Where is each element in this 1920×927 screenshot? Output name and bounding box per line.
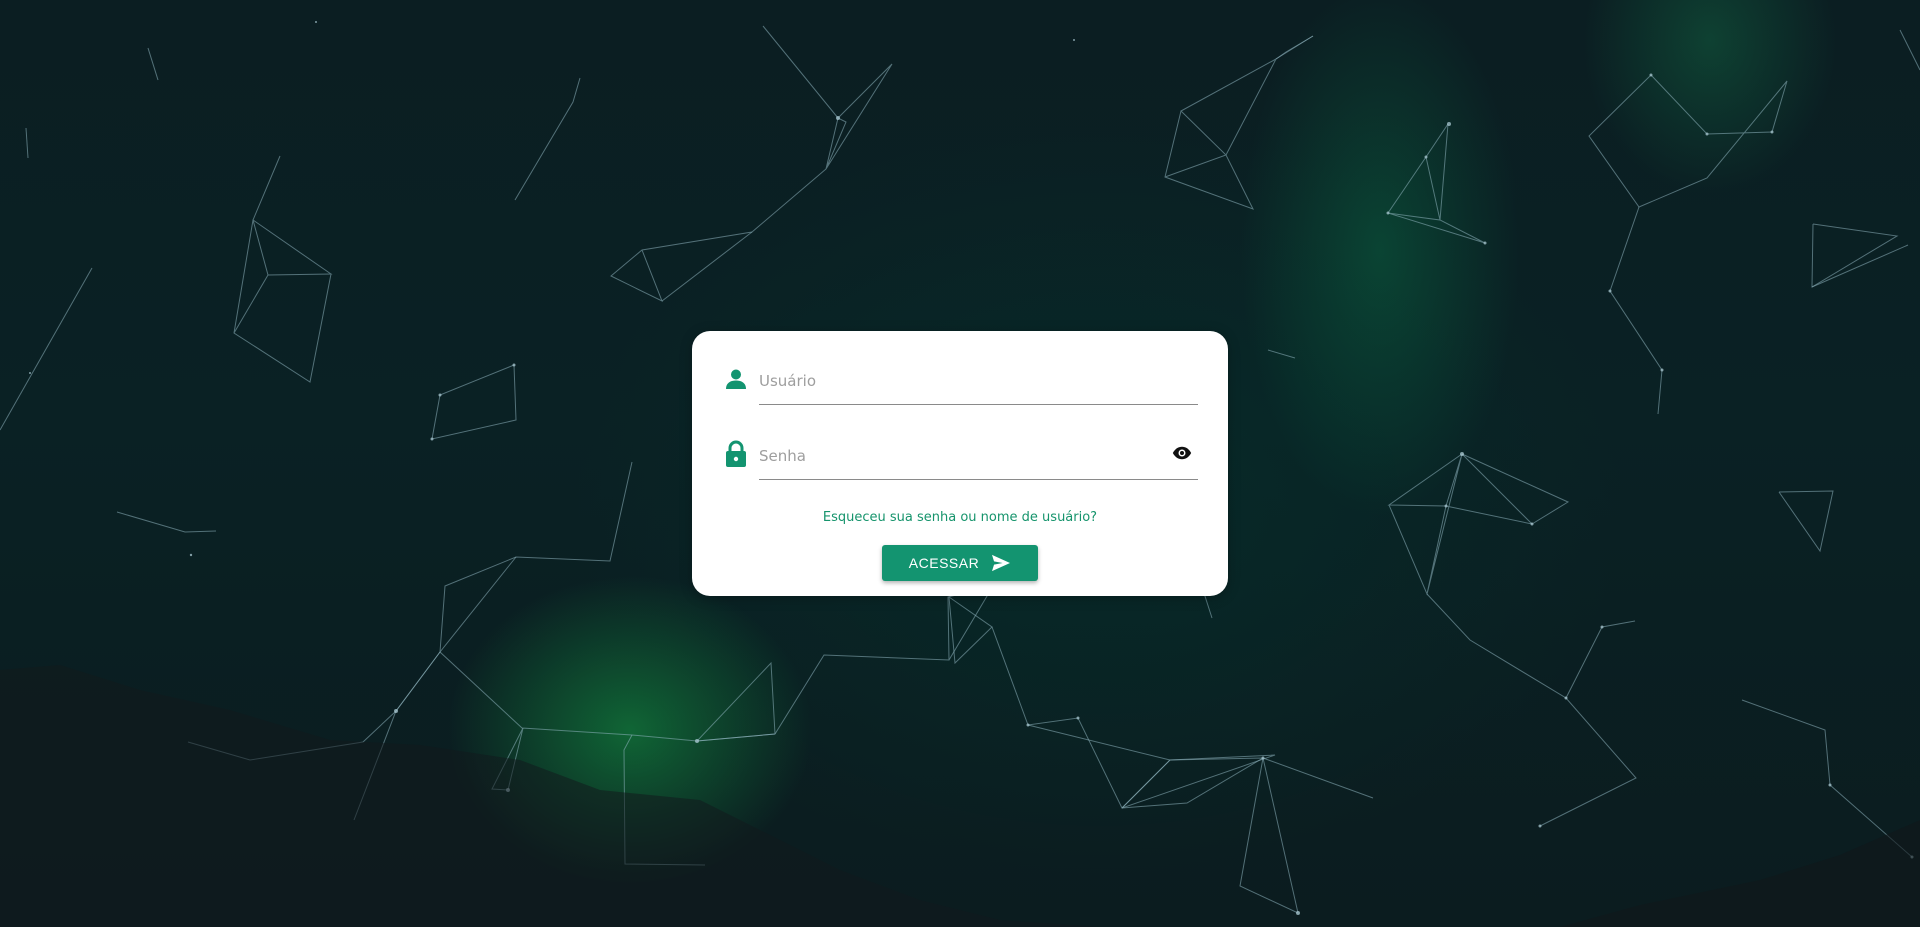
lock-icon [726, 440, 746, 467]
password-field-group [724, 440, 1198, 480]
username-field-group [724, 365, 1198, 405]
forgot-password-link[interactable]: Esqueceu sua senha ou nome de usuário? [823, 510, 1097, 525]
person-icon [726, 369, 746, 389]
submit-button-label: ACESSAR [908, 555, 980, 571]
password-underline [759, 479, 1198, 480]
username-input[interactable] [759, 367, 1159, 395]
send-icon [992, 554, 1011, 572]
eye-icon[interactable] [1172, 444, 1192, 462]
username-underline [759, 404, 1198, 405]
login-card: Esqueceu sua senha ou nome de usuário? A… [692, 331, 1228, 596]
password-input[interactable] [759, 442, 1159, 470]
submit-button[interactable]: ACESSAR [882, 545, 1038, 581]
forgot-link-row: Esqueceu sua senha ou nome de usuário? [692, 510, 1228, 525]
